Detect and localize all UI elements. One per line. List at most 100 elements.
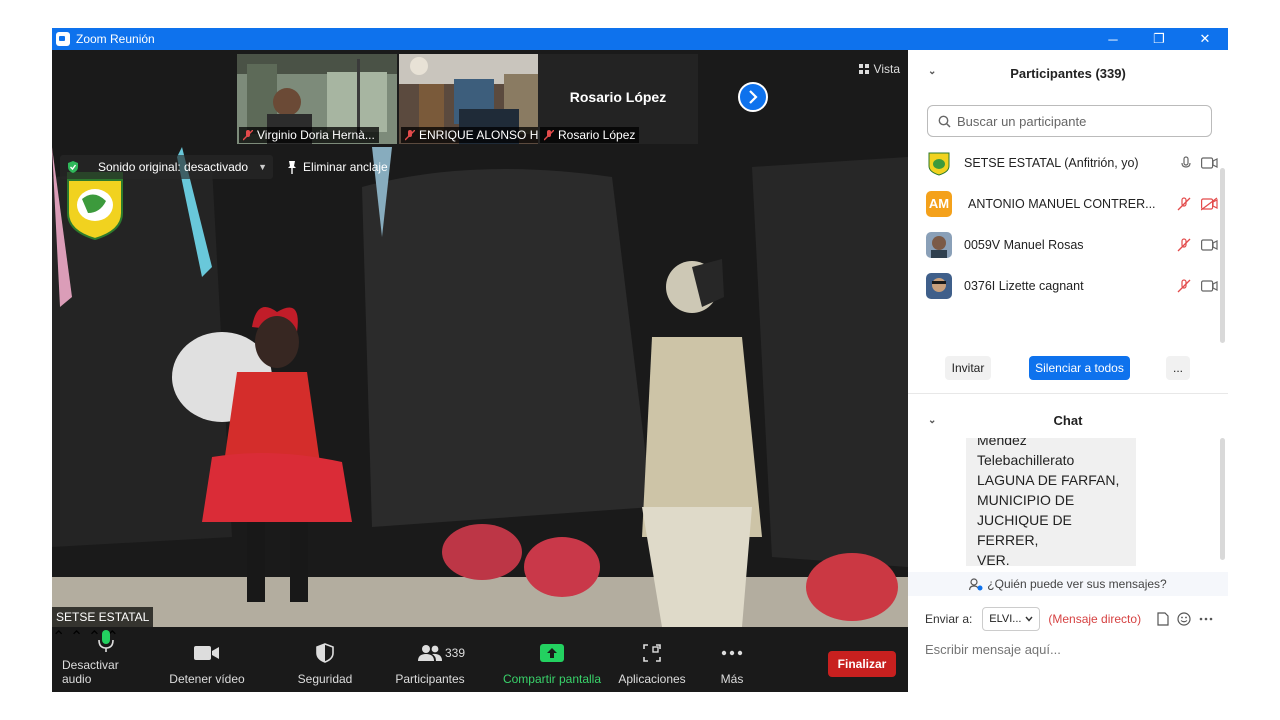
apps-button[interactable]: Aplicaciones [610,627,694,692]
main-video: Sonido original: desactivado ▼ Eliminar … [52,147,908,627]
participants-button[interactable]: 339 Participantes [385,627,475,692]
participants-more-button[interactable]: ... [1166,356,1190,380]
security-button[interactable]: Seguridad [285,627,365,692]
participants-scrollbar[interactable] [1220,168,1225,343]
recipient-value: ELVI... [989,613,1022,625]
original-sound-dropdown[interactable]: Sonido original: desactivado ▼ [60,155,274,179]
share-screen-button[interactable]: Compartir pantalla [500,627,604,692]
apps-label: Aplicaciones [618,672,686,686]
grid-view-icon [858,64,869,74]
participants-list: SETSE ESTATAL (Anfitrión, yo) AM ANTONIO… [908,142,1228,317]
participants-count: 339 [445,646,466,660]
participants-title: Participantes (339) [1010,65,1126,81]
more-dots-icon[interactable] [1199,617,1213,621]
participant-row[interactable]: AM ANTONIO MANUEL CONTRER... [908,183,1228,224]
mute-all-button[interactable]: Silenciar a todos [1029,356,1130,380]
participant-name: ENRIQUE ALONSO H... [401,127,553,143]
mic-off-icon [243,130,253,141]
participant-name: Virginio Doria Hernà... [239,127,379,143]
stage-video-feed [52,147,908,627]
collapse-participants-chevron-icon[interactable]: ⌄ [928,66,936,77]
chat-title: Chat [1053,412,1083,428]
participant-search-input[interactable]: Buscar un participante [927,105,1212,137]
avatar [926,231,952,258]
who-can-see-messages-link[interactable]: ¿Quién puede ver sus mensajes? [908,572,1228,596]
chevron-down-icon: ▼ [258,162,268,172]
end-meeting-button[interactable]: Finalizar [828,651,896,677]
microphone-icon[interactable] [1181,155,1191,170]
thumb-rosario[interactable]: Rosario López Rosario López [538,54,698,144]
mic-off-icon [405,130,415,141]
thumb-enrique[interactable]: ENRIQUE ALONSO H... [399,54,559,144]
chat-messages: Mendez Telebachillerato LAGUNA DE FARFAN… [908,438,1228,566]
close-button[interactable]: ✕ [1182,28,1228,50]
restore-button[interactable]: ❐ [1136,28,1182,50]
stop-video-button[interactable]: Detener vídeo [165,627,249,692]
emoji-icon[interactable] [1177,612,1191,626]
video-top-toolbar: Sonido original: desactivado ▼ Eliminar … [60,155,388,179]
mute-audio-button[interactable]: Desactivar audio [62,627,150,692]
video-camera-icon[interactable] [1201,156,1218,169]
more-label: Más [720,672,744,686]
video-off-icon[interactable] [1201,196,1218,211]
participant-row[interactable]: 0059V Manuel Rosas [908,224,1228,265]
chat-header: ⌄ Chat [908,402,1228,438]
recipient-select[interactable]: ELVI... [982,607,1041,631]
video-camera-icon[interactable] [1201,279,1218,292]
chat-message-line: Telebachillerato [977,452,1075,468]
unpin-button[interactable]: Eliminar anclaje [287,160,388,174]
unpin-label: Eliminar anclaje [303,160,388,174]
video-camera-icon [194,646,219,660]
avatar [926,149,952,176]
setse-logo-avatar [926,149,952,176]
share-screen-icon [540,644,564,662]
collapse-chat-chevron-icon[interactable]: ⌄ [928,415,936,426]
shield-check-icon [68,161,78,173]
participant-row[interactable]: SETSE ESTATAL (Anfitrión, yo) [908,142,1228,183]
participants-actions: Invitar Silenciar a todos ... [908,356,1228,388]
send-to-label: Enviar a: [925,612,973,626]
microphone-icon [98,629,114,652]
send-to-row: Enviar a: ELVI... (Mensaje directo) [925,606,1225,632]
pin-icon [288,161,297,174]
shield-icon [316,643,334,663]
participant-name: Rosario López [540,127,640,143]
chat-message-line: JUCHIQUE DE FERRER, [977,512,1072,548]
file-icon[interactable] [1157,612,1169,626]
side-panel: ⌄ Participantes (339) Buscar un particip… [908,50,1228,692]
who-can-see-label: ¿Quién puede ver sus mensajes? [987,577,1167,591]
zoom-window: Zoom Reunión ─ ❐ ✕ Virginio Doria Hernà.… [52,28,1228,692]
security-label: Seguridad [297,672,353,686]
chat-scrollbar[interactable] [1220,438,1225,560]
participant-row[interactable]: 0376I Lizette cagnant [908,265,1228,306]
chat-message-line: Mendez [977,438,1027,448]
chevron-right-icon [749,90,758,104]
minimize-button[interactable]: ─ [1090,28,1136,50]
next-page-button[interactable] [738,82,768,112]
chat-message-line: LAGUNA DE FARFAN, [977,472,1120,488]
participants-label: Participantes [395,672,465,686]
original-sound-label: Sonido original: desactivado [98,160,249,174]
more-button[interactable]: Más [704,627,760,692]
search-placeholder: Buscar un participante [957,113,1087,129]
mic-muted-icon[interactable] [1177,278,1191,293]
mic-muted-icon[interactable] [1177,196,1191,211]
stop-video-label: Detener vídeo [169,672,245,686]
chat-message-input[interactable] [925,638,1215,660]
video-camera-icon[interactable] [1201,238,1218,251]
avatar [926,272,952,299]
invite-button[interactable]: Invitar [945,356,991,380]
direct-message-label: (Mensaje directo) [1048,612,1142,626]
zoom-app-icon [56,32,70,46]
people-icon [418,645,442,661]
mic-muted-icon[interactable] [1177,237,1191,252]
apps-icon [643,644,661,662]
share-screen-label: Compartir pantalla [502,672,602,686]
chat-message-line: VER. [977,552,1010,566]
window-controls: ─ ❐ ✕ [1090,28,1228,50]
participants-header: ⌄ Participantes (339) [908,50,1228,96]
avatar-photo [926,272,952,299]
window-title: Zoom Reunión [76,32,155,46]
thumb-virginio[interactable]: Virginio Doria Hernà... [237,54,397,144]
view-button[interactable]: Vista [858,62,900,76]
